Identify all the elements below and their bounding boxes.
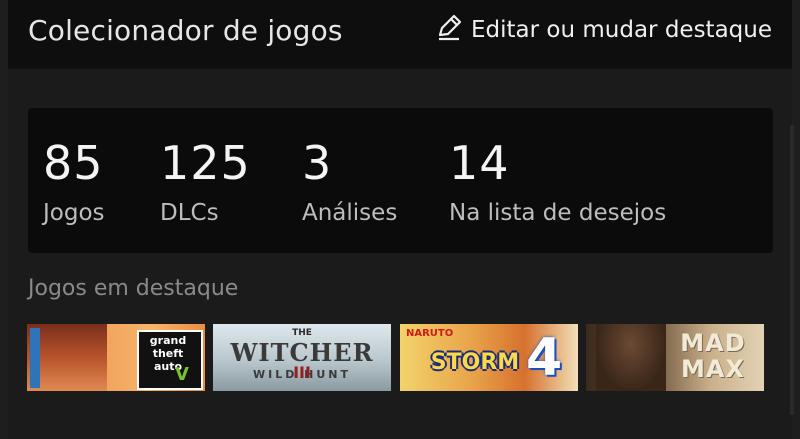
stat-label: Na lista de desejos xyxy=(449,200,667,226)
game-capsule-gta-v[interactable]: grand theft auto V xyxy=(27,324,205,391)
game-logo-text: MAD MAX xyxy=(680,329,746,383)
page-title: Colecionador de jogos xyxy=(28,14,343,47)
stat-dlcs[interactable]: 125 DLCs xyxy=(160,138,251,226)
featured-games-label: Jogos em destaque xyxy=(28,276,239,301)
stat-value: 3 xyxy=(302,136,333,190)
game-art xyxy=(596,324,666,391)
game-art xyxy=(30,328,40,388)
game-capsule-naruto-storm-4[interactable]: NARUTO STORM 4 xyxy=(400,324,578,391)
panel-scrollbar[interactable] xyxy=(790,125,794,415)
game-logo-small: THE xyxy=(292,328,312,338)
stat-label: DLCs xyxy=(160,200,219,226)
stat-games[interactable]: 85 Jogos xyxy=(43,138,105,226)
game-logo-numeral: III xyxy=(293,363,311,382)
game-logo-small: NARUTO xyxy=(406,328,454,339)
stat-label: Análises xyxy=(302,200,398,226)
game-capsule-mad-max[interactable]: MAD MAX xyxy=(586,324,764,391)
stat-reviews[interactable]: 3 Análises xyxy=(302,138,397,226)
game-logo-main: STORM xyxy=(430,350,520,375)
stat-label: Jogos xyxy=(43,200,105,226)
game-capsule-witcher-3[interactable]: THE WITCHER WILD HUNT III xyxy=(213,324,391,391)
stat-value: 14 xyxy=(449,136,510,190)
stats-box: 85 Jogos 125 DLCs 3 Análises 14 Na lista… xyxy=(28,108,773,253)
stat-value: 125 xyxy=(160,136,251,190)
stat-wishlist[interactable]: 14 Na lista de desejos xyxy=(449,138,666,226)
edit-showcase-button[interactable]: Editar ou mudar destaque xyxy=(435,13,772,47)
pencil-icon xyxy=(435,13,463,47)
game-logo-numeral: V xyxy=(175,364,189,385)
page-header: Colecionador de jogos Editar ou mudar de… xyxy=(8,0,792,69)
stat-value: 85 xyxy=(43,136,104,190)
game-logo-numeral: 4 xyxy=(526,328,563,388)
edit-showcase-label: Editar ou mudar destaque xyxy=(471,17,772,43)
